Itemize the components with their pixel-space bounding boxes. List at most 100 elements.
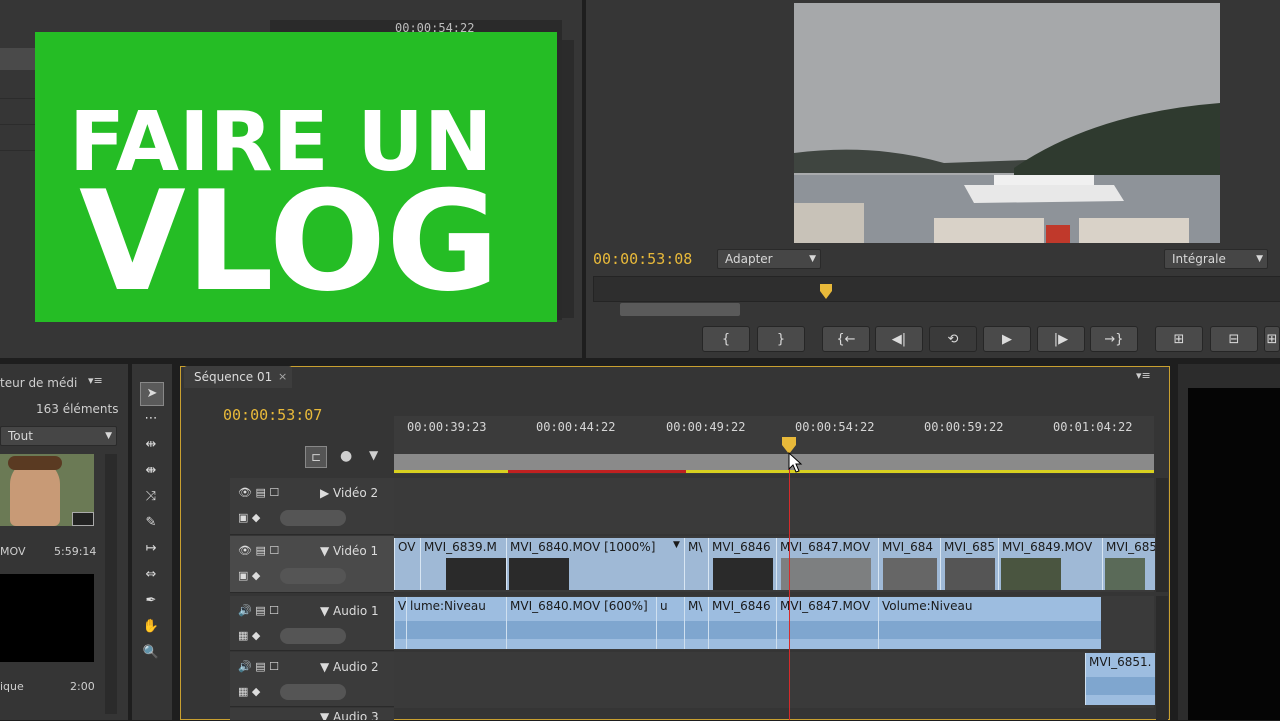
zoom-dropdown[interactable]: Adapter ▼ (717, 249, 821, 269)
speaker-icon[interactable]: 🔊 ▤ ☐ (238, 660, 279, 673)
program-time-ruler[interactable] (593, 276, 1280, 302)
video-clip[interactable]: MVI_6846 (708, 538, 777, 590)
program-timecode: 00:00:53:08 (593, 250, 693, 268)
track-header-audio1: 🔊 ▤ ☐ ▼ Audio 1 ▦ ◆ (230, 596, 394, 651)
pen-tool-icon[interactable]: ✒ (140, 590, 162, 612)
video-clip[interactable]: MVI_6839.M (420, 538, 507, 590)
clip-thumbnail[interactable] (0, 574, 94, 662)
step-forward-button[interactable]: |▶ (1037, 326, 1085, 352)
ruler-label: 00:01:04:22 (1053, 420, 1133, 434)
playhead-marker-icon[interactable] (819, 283, 833, 301)
rate-stretch-tool-icon[interactable]: ⤨ (140, 486, 162, 508)
right-panel (1178, 364, 1280, 720)
keyframe-icon[interactable]: ▦ ◆ (238, 685, 260, 698)
close-icon[interactable]: × (278, 370, 287, 383)
render-bar-red (508, 470, 686, 473)
hand-tool-icon[interactable]: ✋ (140, 616, 162, 638)
chevron-down-icon: ▼ (105, 431, 112, 441)
marker-icon[interactable]: ● (340, 448, 352, 464)
rolling-edit-tool-icon[interactable]: ⇼ (140, 460, 162, 482)
list-item-name: MOV (0, 545, 26, 558)
track-select-tool-icon[interactable]: ⋯ (140, 408, 162, 430)
extract-button[interactable]: ⊟ (1210, 326, 1258, 352)
slide-tool-icon[interactable]: ⇔ (140, 564, 162, 586)
video-clip[interactable]: M\ (684, 538, 709, 590)
list-item-duration: 5:59:14 (54, 545, 97, 558)
export-frame-button[interactable]: ⊞ (1264, 326, 1280, 352)
project-panel-title: teur de médi (0, 376, 78, 390)
audio-clip[interactable]: lume:Niveau (406, 597, 507, 649)
mark-in-button[interactable]: { (702, 326, 750, 352)
track-area-audio2[interactable] (394, 652, 1154, 708)
track-header-video1: 👁 ▤ ☐ ▼ Vidéo 1 ▣ ◆ (230, 536, 394, 593)
track-area-video2[interactable] (394, 478, 1154, 534)
zoom-scrollbar[interactable] (620, 303, 740, 316)
keyframe-icon[interactable]: ▣ ◆ (238, 511, 260, 524)
zoom-tool-icon[interactable]: 🔍 (140, 642, 162, 664)
audio-video-badge-icon (72, 512, 94, 526)
video-clip[interactable]: MVI_684 (878, 538, 941, 590)
audio-clip[interactable]: M\ (684, 597, 709, 649)
keyframe-nav-control[interactable] (280, 628, 346, 644)
audio-clip[interactable]: MVI_6846 (708, 597, 777, 649)
keyframe-nav-control[interactable] (280, 510, 346, 526)
speaker-icon[interactable]: 🔊 ▤ ☐ (238, 604, 279, 617)
scrollbar[interactable] (1156, 596, 1168, 720)
scrollbar[interactable] (562, 40, 574, 318)
video-clip[interactable]: MVI_6847.MOV (776, 538, 879, 590)
clip-thumbnail[interactable] (0, 454, 94, 526)
keyframe-icon[interactable]: ▦ ◆ (238, 629, 260, 642)
ruler-label: 00:00:44:22 (536, 420, 616, 434)
keyframe-nav-control[interactable] (280, 684, 346, 700)
add-marker-icon[interactable]: ▼ (369, 448, 378, 462)
audio-clip[interactable]: u (656, 597, 685, 649)
track-name: ▼ Audio 2 (320, 660, 379, 674)
video-clip[interactable]: MVI_6840.MOV [1000%] ▼ (506, 538, 685, 590)
audio-clip[interactable]: MVI_6840.MOV [600%] (506, 597, 677, 649)
track-header-video2: 👁 ▤ ☐ ▶ Vidéo 2 ▣ ◆ (230, 478, 394, 535)
keyframe-icon[interactable]: ▣ ◆ (238, 569, 260, 582)
eye-icon[interactable]: 👁 ▤ ☐ (238, 486, 279, 499)
track-name: ▼ Vidéo 1 (320, 544, 379, 558)
video-clip[interactable]: MVI_685 (1102, 538, 1155, 590)
sequence-timecode: 00:00:53:07 (223, 406, 323, 424)
ruler-label: 00:00:54:22 (795, 420, 875, 434)
slip-tool-icon[interactable]: ↦ (140, 538, 162, 560)
ripple-edit-tool-icon[interactable]: ⇹ (140, 434, 162, 456)
filter-dropdown[interactable]: Tout ▼ (0, 426, 117, 446)
quality-label: Intégrale (1172, 252, 1226, 266)
tab-label: Séquence 01 (194, 370, 273, 384)
mouse-cursor-icon (788, 452, 803, 473)
loop-button[interactable]: ⟲ (929, 326, 977, 352)
menu-icon[interactable]: ▾≡ (88, 374, 103, 387)
mark-out-button[interactable]: } (757, 326, 805, 352)
track-name: ▶ Vidéo 2 (320, 486, 379, 500)
quality-dropdown[interactable]: Intégrale ▼ (1164, 249, 1268, 269)
snap-icon[interactable]: ⊏ (305, 446, 327, 468)
playhead-line[interactable] (789, 454, 790, 720)
scrollbar[interactable] (105, 454, 117, 714)
track-name: ▼ Audio 1 (320, 604, 379, 618)
audio-clip[interactable]: Volume:Niveau (878, 597, 1101, 649)
selection-tool-icon[interactable]: ➤ (140, 382, 164, 406)
go-to-in-button[interactable]: {← (822, 326, 870, 352)
play-button[interactable]: ▶ (983, 326, 1031, 352)
keyframe-nav-control[interactable] (280, 568, 346, 584)
eye-icon[interactable]: 👁 ▤ ☐ (238, 544, 279, 557)
list-item-duration: 2:00 (70, 680, 95, 693)
ruler-label: 00:00:59:22 (924, 420, 1004, 434)
video-clip[interactable]: MVI_685 (940, 538, 999, 590)
tab-sequence[interactable]: Séquence 01 × (184, 366, 292, 388)
project-panel: teur de médi ▾≡ 163 éléments Tout ▼ MOV … (0, 364, 128, 720)
go-to-out-button[interactable]: →} (1090, 326, 1138, 352)
video-clip[interactable]: MVI_6849.MOV (998, 538, 1103, 590)
lift-button[interactable]: ⊞ (1155, 326, 1203, 352)
video-clip[interactable]: OV (394, 538, 421, 590)
panel-menu-icon[interactable]: ▾≡ (1136, 369, 1151, 382)
lake-scene-image (794, 3, 1220, 243)
razor-tool-icon[interactable]: ✎ (140, 512, 162, 534)
scrollbar[interactable] (1156, 478, 1168, 592)
audio-clip[interactable]: MVI_6851. (1085, 653, 1155, 705)
step-back-button[interactable]: ◀| (875, 326, 923, 352)
audio-clip[interactable]: MVI_6847.MOV (776, 597, 879, 649)
